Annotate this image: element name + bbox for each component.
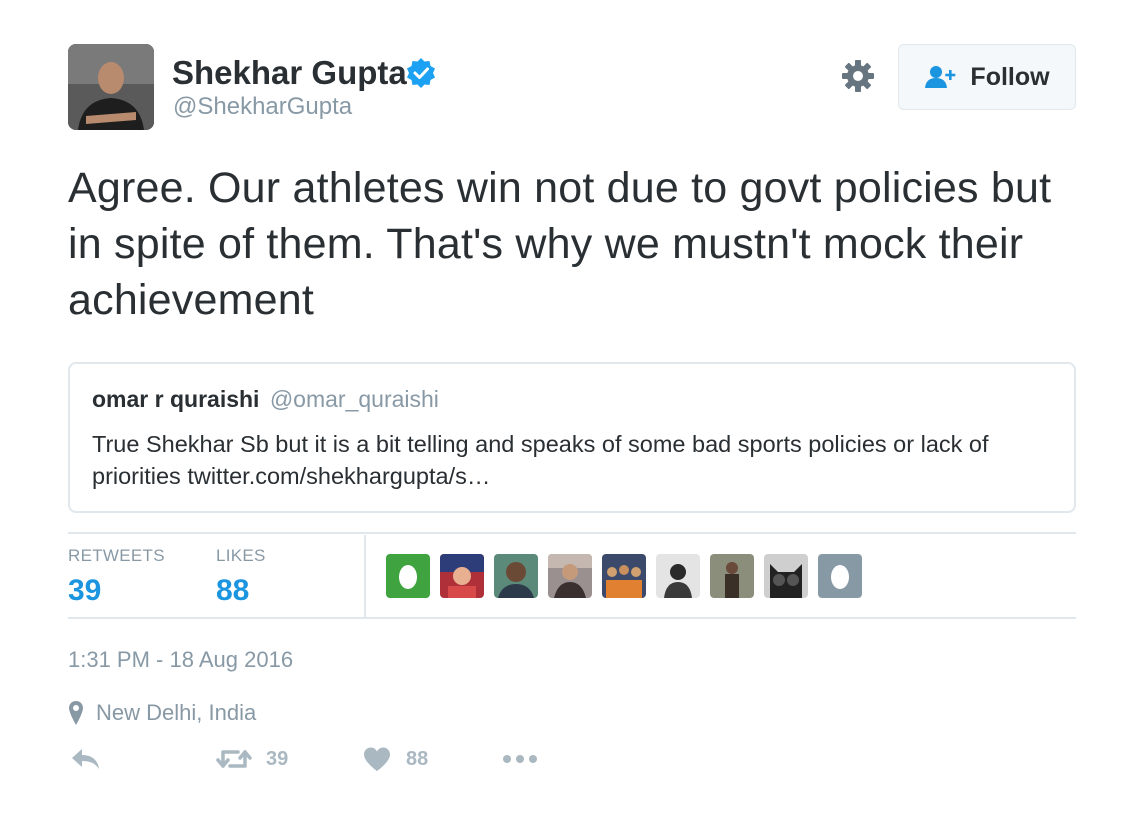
retweet-icon bbox=[216, 750, 252, 768]
liker-avatar[interactable] bbox=[548, 554, 592, 598]
like-count: 88 bbox=[406, 747, 429, 770]
quoted-tweet-text: True Shekhar Sb but it is a bit telling … bbox=[92, 431, 989, 489]
gear-icon[interactable] bbox=[840, 58, 876, 94]
quoted-tweet[interactable]: omar r quraishi @omar_quraishi True Shek… bbox=[68, 362, 1076, 513]
likes-label: LIKES bbox=[216, 546, 266, 565]
likes-stat[interactable]: LIKES 88 bbox=[216, 546, 266, 608]
quoted-author-name: omar r quraishi bbox=[92, 386, 260, 412]
follow-user-icon bbox=[925, 66, 956, 88]
like-button[interactable]: 88 bbox=[362, 746, 428, 772]
retweet-count: 39 bbox=[266, 747, 289, 770]
liker-avatar[interactable] bbox=[656, 554, 700, 598]
reply-button[interactable] bbox=[70, 746, 102, 772]
retweets-count: 39 bbox=[68, 574, 102, 607]
liker-avatar[interactable] bbox=[602, 554, 646, 598]
follow-button[interactable]: Follow bbox=[898, 44, 1076, 110]
quoted-author-handle: @omar_quraishi bbox=[269, 386, 439, 412]
retweets-label: RETWEETS bbox=[68, 546, 165, 565]
heart-icon bbox=[364, 747, 390, 771]
more-dots-icon bbox=[503, 755, 537, 763]
retweet-button[interactable]: 39 bbox=[216, 746, 288, 772]
likers-avatars bbox=[386, 554, 862, 598]
more-button[interactable] bbox=[502, 746, 538, 772]
retweets-stat[interactable]: RETWEETS 39 bbox=[68, 546, 165, 608]
tweet-location[interactable]: New Delhi, India bbox=[68, 700, 256, 726]
follow-button-label: Follow bbox=[970, 62, 1050, 91]
author-avatar[interactable] bbox=[68, 44, 154, 130]
tweet-text: Agree. Our athletes win not due to govt … bbox=[68, 164, 1052, 324]
divider bbox=[68, 617, 1076, 619]
reply-icon bbox=[72, 749, 99, 769]
location-label: New Delhi, India bbox=[96, 700, 257, 725]
location-pin-icon bbox=[69, 701, 83, 725]
author-handle[interactable]: @ShekharGupta bbox=[173, 93, 352, 121]
divider bbox=[68, 532, 1076, 534]
liker-avatar[interactable] bbox=[818, 554, 862, 598]
stats-divider bbox=[364, 535, 366, 617]
author-name[interactable]: Shekhar Gupta bbox=[172, 54, 407, 92]
tweet-timestamp[interactable]: 1:31 PM - 18 Aug 2016 bbox=[68, 647, 293, 673]
likes-count: 88 bbox=[216, 574, 250, 607]
liker-avatar[interactable] bbox=[440, 554, 484, 598]
liker-avatar[interactable] bbox=[710, 554, 754, 598]
liker-avatar[interactable] bbox=[386, 554, 430, 598]
liker-avatar[interactable] bbox=[764, 554, 808, 598]
liker-avatar[interactable] bbox=[494, 554, 538, 598]
verified-badge-icon bbox=[407, 58, 435, 88]
